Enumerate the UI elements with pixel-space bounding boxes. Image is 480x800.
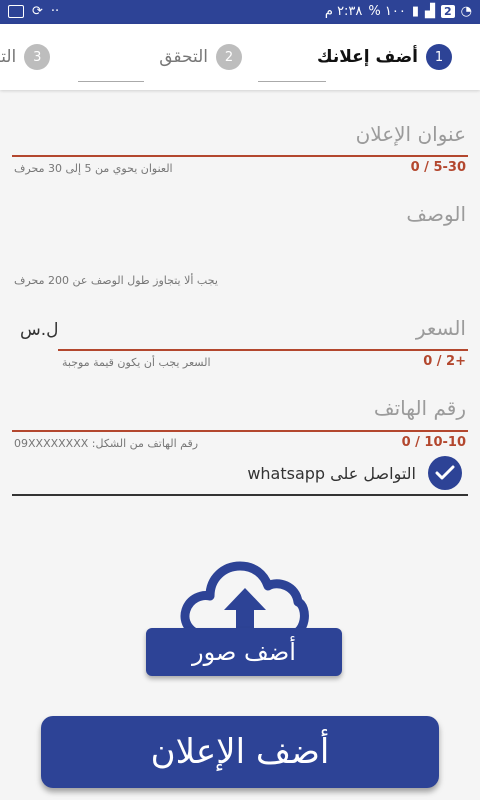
step-connector	[78, 81, 144, 82]
step-number: 1	[426, 44, 452, 70]
price-hint: السعر يجب أن يكون قيمة موجبة	[62, 356, 211, 369]
price-counter: 0 / 2+	[423, 354, 466, 369]
step-label: أضف إعلانك	[317, 47, 418, 67]
step-add-ad[interactable]: 1 أضف إعلانك	[317, 44, 452, 70]
checkmark-icon	[435, 465, 455, 480]
price-currency: ل.س	[20, 320, 59, 340]
gallery-icon	[8, 5, 24, 18]
clock: ٢:٣٨ م	[324, 4, 363, 19]
phone-hint: رقم الهاتف من الشكل: 09XXXXXXXX	[14, 437, 199, 450]
description-hint: يجب ألا يتجاوز طول الوصف عن 200 محرف	[14, 274, 218, 287]
title-counter: 0 / 5-30	[410, 160, 466, 175]
step-number: 2	[216, 44, 242, 70]
more-dots: ··	[50, 4, 60, 19]
phone-underline	[12, 430, 468, 432]
price-field[interactable]: السعر	[416, 316, 466, 340]
title-field[interactable]: عنوان الإعلان	[356, 122, 466, 146]
whatsapp-checkbox-row[interactable]: التواصل على whatsapp	[247, 456, 462, 490]
sync-icon: ⟳	[32, 4, 43, 19]
signal-icon: ▟	[425, 4, 435, 19]
phone-counter: 0 / 10-10	[401, 435, 466, 450]
title-underline	[12, 155, 468, 157]
price-underline	[58, 349, 468, 351]
title-hint: العنوان يحوي من 5 إلى 30 محرف	[14, 162, 173, 175]
status-bar-left: ⟳ ··	[8, 4, 59, 19]
add-photos-button[interactable]: أضف صور	[146, 628, 342, 676]
notification-badge: 2	[441, 5, 455, 18]
step-connector	[258, 81, 326, 82]
whatsapp-label: التواصل على whatsapp	[247, 463, 416, 483]
whatsapp-checkbox[interactable]	[428, 456, 462, 490]
phone-field[interactable]: رقم الهاتف	[374, 396, 466, 420]
description-field[interactable]: الوصف	[406, 202, 466, 226]
status-bar: ⟳ ·· ◔ 2 ▟ ▮ ١٠٠ % ٢:٣٨ م	[0, 0, 480, 24]
step-label: التأك	[0, 47, 17, 67]
battery-icon: ▮	[411, 4, 419, 19]
add-ad-button[interactable]: أضف الإعلان	[41, 716, 439, 788]
battery-level: ١٠٠ %	[368, 4, 406, 19]
wifi-icon: ◔	[460, 4, 472, 19]
step-number: 3	[24, 44, 51, 70]
stepper: 1 أضف إعلانك 2 التحقق 3 التأك	[0, 24, 480, 90]
whatsapp-divider	[12, 494, 468, 496]
step-verify[interactable]: 2 التحقق	[159, 44, 242, 70]
step-label: التحقق	[159, 47, 208, 67]
status-bar-right: ◔ 2 ▟ ▮ ١٠٠ % ٢:٣٨ م	[325, 4, 472, 19]
step-confirm[interactable]: 3 التأك	[0, 44, 51, 70]
